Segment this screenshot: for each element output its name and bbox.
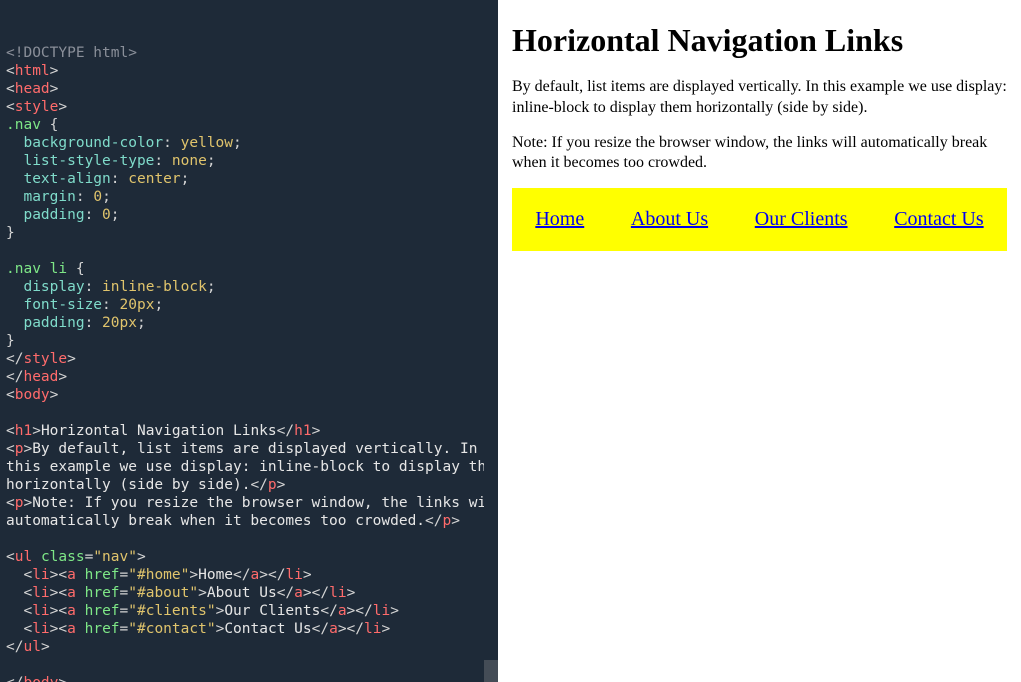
- code-line[interactable]: </body>: [6, 674, 492, 682]
- code-line[interactable]: <!DOCTYPE html>: [6, 44, 492, 62]
- code-line[interactable]: display: inline-block;: [6, 278, 492, 296]
- code-line[interactable]: padding: 0;: [6, 206, 492, 224]
- code-line[interactable]: }: [6, 332, 492, 350]
- code-line[interactable]: font-size: 20px;: [6, 296, 492, 314]
- code-line[interactable]: .nav li {: [6, 260, 492, 278]
- code-line[interactable]: <style>: [6, 98, 492, 116]
- code-editor-pane[interactable]: <!DOCTYPE html><html><head><style>.nav {…: [0, 0, 498, 682]
- code-line[interactable]: <body>: [6, 386, 492, 404]
- code-line[interactable]: [6, 404, 492, 422]
- code-line[interactable]: horizontally (side by side).</p>: [6, 476, 492, 494]
- code-line[interactable]: list-style-type: none;: [6, 152, 492, 170]
- code-line[interactable]: automatically break when it becomes too …: [6, 512, 492, 530]
- code-line[interactable]: [6, 656, 492, 674]
- code-line[interactable]: <li><a href="#home">Home</a></li>: [6, 566, 492, 584]
- code-line[interactable]: text-align: center;: [6, 170, 492, 188]
- nav-item: Contact Us: [894, 188, 983, 251]
- code-line[interactable]: <head>: [6, 80, 492, 98]
- code-line[interactable]: <h1>Horizontal Navigation Links</h1>: [6, 422, 492, 440]
- preview-paragraph-2: Note: If you resize the browser window, …: [512, 133, 1007, 175]
- preview-paragraph-1: By default, list items are displayed ver…: [512, 77, 1007, 119]
- nav-item: Home: [535, 188, 584, 251]
- editor-scrollbar-thumb[interactable]: [484, 660, 498, 682]
- code-line[interactable]: this example we use display: inline-bloc…: [6, 458, 492, 476]
- code-line[interactable]: [6, 530, 492, 548]
- code-line[interactable]: }: [6, 224, 492, 242]
- code-line[interactable]: margin: 0;: [6, 188, 492, 206]
- code-line[interactable]: <ul class="nav">: [6, 548, 492, 566]
- code-line[interactable]: </style>: [6, 350, 492, 368]
- code-line[interactable]: </ul>: [6, 638, 492, 656]
- code-line[interactable]: <li><a href="#clients">Our Clients</a></…: [6, 602, 492, 620]
- nav-link[interactable]: Home: [535, 208, 584, 230]
- code-line[interactable]: .nav {: [6, 116, 492, 134]
- code-content[interactable]: <!DOCTYPE html><html><head><style>.nav {…: [6, 44, 492, 682]
- preview-nav: Home About Us Our Clients Contact Us: [512, 188, 1007, 251]
- code-line[interactable]: background-color: yellow;: [6, 134, 492, 152]
- nav-item: About Us: [631, 188, 708, 251]
- nav-link[interactable]: Our Clients: [755, 208, 848, 230]
- code-line[interactable]: <p>By default, list items are displayed …: [6, 440, 492, 458]
- code-line[interactable]: padding: 20px;: [6, 314, 492, 332]
- code-line[interactable]: [6, 242, 492, 260]
- preview-pane: Horizontal Navigation Links By default, …: [498, 0, 1021, 682]
- code-line[interactable]: </head>: [6, 368, 492, 386]
- code-line[interactable]: <li><a href="#contact">Contact Us</a></l…: [6, 620, 492, 638]
- code-line[interactable]: <li><a href="#about">About Us</a></li>: [6, 584, 492, 602]
- nav-link[interactable]: About Us: [631, 208, 708, 230]
- preview-heading: Horizontal Navigation Links: [512, 22, 1007, 59]
- nav-item: Our Clients: [755, 188, 848, 251]
- code-line[interactable]: <html>: [6, 62, 492, 80]
- editor-scrollbar-track: [484, 0, 498, 682]
- nav-link[interactable]: Contact Us: [894, 208, 983, 230]
- code-line[interactable]: <p>Note: If you resize the browser windo…: [6, 494, 492, 512]
